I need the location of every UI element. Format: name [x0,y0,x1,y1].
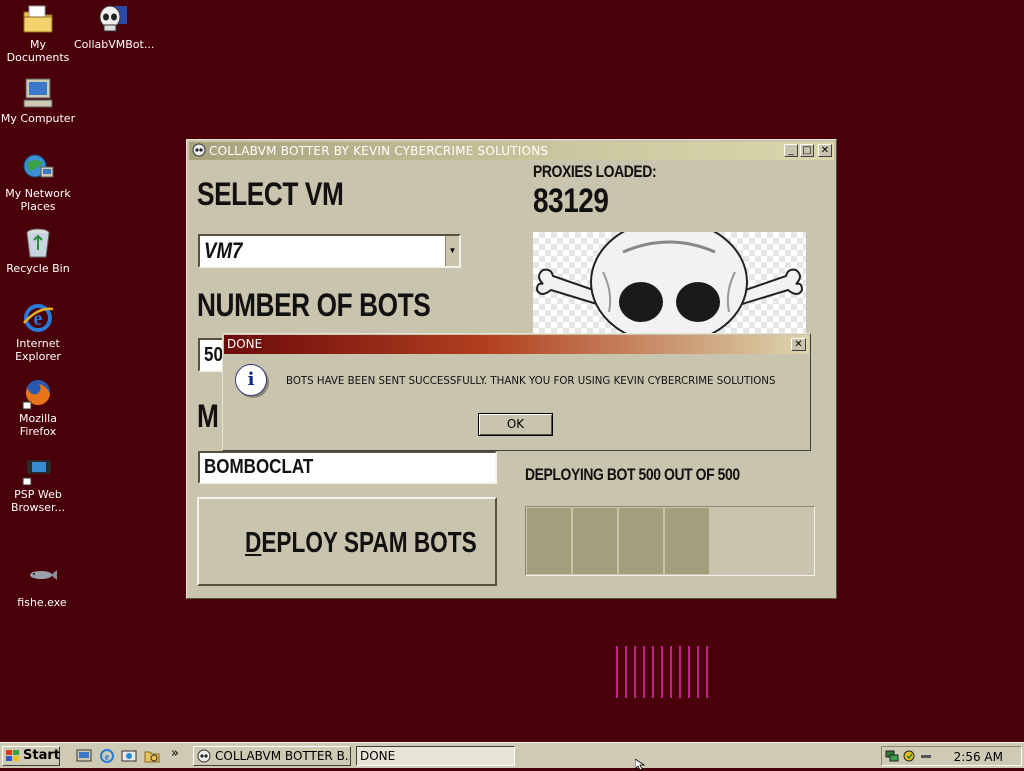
done-dialog: DONE ✕ i BOTS HAVE BEEN SENT SUCCESSFULL… [222,333,811,451]
desktop-icon-fishe[interactable]: fishe.exe [4,560,80,609]
desktop-icon-label: My Documents [6,38,70,64]
taskbar: Start e » COLLABVM BOTTER B... DONE 2:56… [0,742,1024,768]
deploy-spam-bots-button[interactable]: DEPLOY SPAM BOTS [197,497,497,586]
skull-app-icon [95,2,129,36]
explorer-icon[interactable] [144,748,160,764]
show-desktop-icon[interactable] [76,748,92,764]
dialog-message: BOTS HAVE BEEN SENT SUCCESSFULLY. THANK … [286,374,776,387]
desktop-icon-network-places[interactable]: My Network Places [0,151,76,213]
dialog-titlebar[interactable]: DONE ✕ [224,335,809,354]
message-input[interactable]: BOMBOCLAT [198,451,497,484]
desktop-icon-label: My Computer [0,112,76,125]
deploy-button-label: DEPLOY SPAM BOTS [245,527,477,559]
deploy-status-text: DEPLOYING BOT 500 OUT OF 500 [525,465,740,484]
deploy-progress-bar [525,506,815,576]
network-icon [21,151,55,185]
mouse-cursor [635,759,645,771]
psp-icon [21,452,55,486]
vm-select-value: VM7 [204,238,243,263]
vm-select[interactable]: VM7 ▼ [198,234,461,268]
dialog-close-button[interactable]: ✕ [791,338,806,351]
window-title: COLLABVM BOTTER BY KEVIN CYBERCRIME SOLU… [209,144,549,158]
desktop-icon-label: My Network Places [5,187,71,213]
desktop-decoration [616,646,708,698]
firefox-icon [21,376,55,410]
desktop-icon-label: CollabVMBot... [74,38,155,51]
desktop-icon-psp-browser[interactable]: PSP Web Browser... [0,452,76,514]
taskbar-item-label: DONE [360,749,396,763]
desktop-icon-label: PSP Web Browser... [10,488,66,514]
skull-app-icon [197,749,211,763]
clock[interactable]: 2:56 AM [954,748,1003,766]
svg-text:e: e [105,752,110,763]
message-value: BOMBOCLAT [204,456,314,478]
quick-launch-chevron[interactable]: » [171,746,179,761]
media-icon[interactable] [121,748,137,764]
message-heading: M [197,398,219,434]
info-icon: i [235,364,267,396]
proxies-loaded-label: PROXIES LOADED: [533,162,657,181]
volume-tray-icon[interactable] [920,749,934,763]
chevron-down-icon[interactable]: ▼ [445,236,459,266]
windows-flag-icon [6,750,19,761]
desktop-icon-my-documents[interactable]: My Documents [0,2,76,64]
desktop-icon-label: fishe.exe [17,596,67,609]
internet-explorer-icon[interactable]: e [99,748,115,764]
internet-explorer-icon: e [21,301,55,335]
system-tray: 2:56 AM [881,746,1022,766]
desktop-icon-collabvmbot[interactable]: CollabVMBot... [74,2,155,51]
fish-icon [25,560,59,594]
start-button[interactable]: Start [2,746,60,766]
taskbar-item-collabvm-botter[interactable]: COLLABVM BOTTER B... [193,746,351,766]
number-of-bots-heading: NUMBER OF BOTS [197,287,431,323]
folder-documents-icon [21,2,55,36]
select-vm-heading: SELECT VM [197,176,344,212]
desktop-icon-label: Recycle Bin [6,262,70,275]
minimize-button[interactable]: _ [784,144,798,157]
window-titlebar[interactable]: COLLABVM BOTTER BY KEVIN CYBERCRIME SOLU… [189,142,834,160]
ok-button[interactable]: OK [478,413,553,436]
progress-fill [527,508,712,574]
desktop-icon-internet-explorer[interactable]: e Internet Explorer [0,301,76,363]
dialog-title: DONE [227,337,263,351]
close-button[interactable]: ✕ [818,144,832,157]
taskbar-item-done[interactable]: DONE [356,746,515,766]
start-label: Start [23,748,60,763]
bots-count-value: 50 [204,344,223,366]
desktop-icon-firefox[interactable]: Mozilla Firefox [0,376,76,438]
recycle-bin-icon [21,226,55,260]
taskbar-item-label: COLLABVM BOTTER B... [215,749,351,763]
desktop-icon-label: Mozilla Firefox [19,412,57,438]
desktop-icon-my-computer[interactable]: My Computer [0,76,76,125]
desktop-icon-recycle-bin[interactable]: Recycle Bin [0,226,76,275]
desktop-icon-label: Internet Explorer [15,337,61,363]
skull-app-icon [192,143,207,158]
skull-crossbones-image [533,232,806,334]
maximize-button[interactable]: □ [800,144,814,157]
computer-icon [21,76,55,110]
network-tray-icon[interactable] [885,749,899,763]
proxies-count: 83129 [533,182,609,220]
update-tray-icon[interactable] [902,749,916,763]
